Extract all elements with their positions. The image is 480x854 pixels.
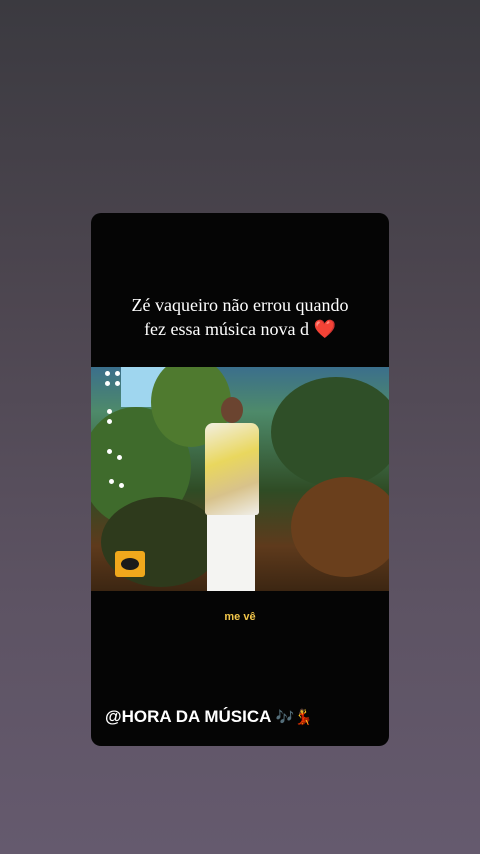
account-handle[interactable]: @HORA DA MÚSICA 🎶💃	[105, 707, 313, 727]
video-subtitle: me vê	[224, 611, 256, 623]
performer-head	[221, 397, 243, 423]
post-caption: Zé vaqueiro não errou quando fez essa mú…	[91, 293, 389, 341]
account-handle-text: @HORA DA MÚSICA	[105, 707, 271, 726]
music-dance-icon: 🎶💃	[275, 709, 313, 726]
video-player[interactable]	[91, 367, 389, 591]
story-card[interactable]: Zé vaqueiro não errou quando fez essa mú…	[91, 213, 389, 746]
foliage	[271, 377, 389, 487]
caption-line-2-text: fez essa música nova d	[144, 319, 309, 339]
caption-line-1: Zé vaqueiro não errou quando	[131, 295, 349, 315]
overlay-dots	[105, 371, 127, 491]
performer-body	[205, 423, 259, 515]
foliage	[291, 477, 389, 577]
channel-logo-icon	[115, 551, 145, 577]
caption-line-2: fez essa música nova d ❤️	[91, 317, 389, 341]
heart-icon: ❤️	[313, 319, 336, 339]
performer-legs	[207, 513, 255, 591]
